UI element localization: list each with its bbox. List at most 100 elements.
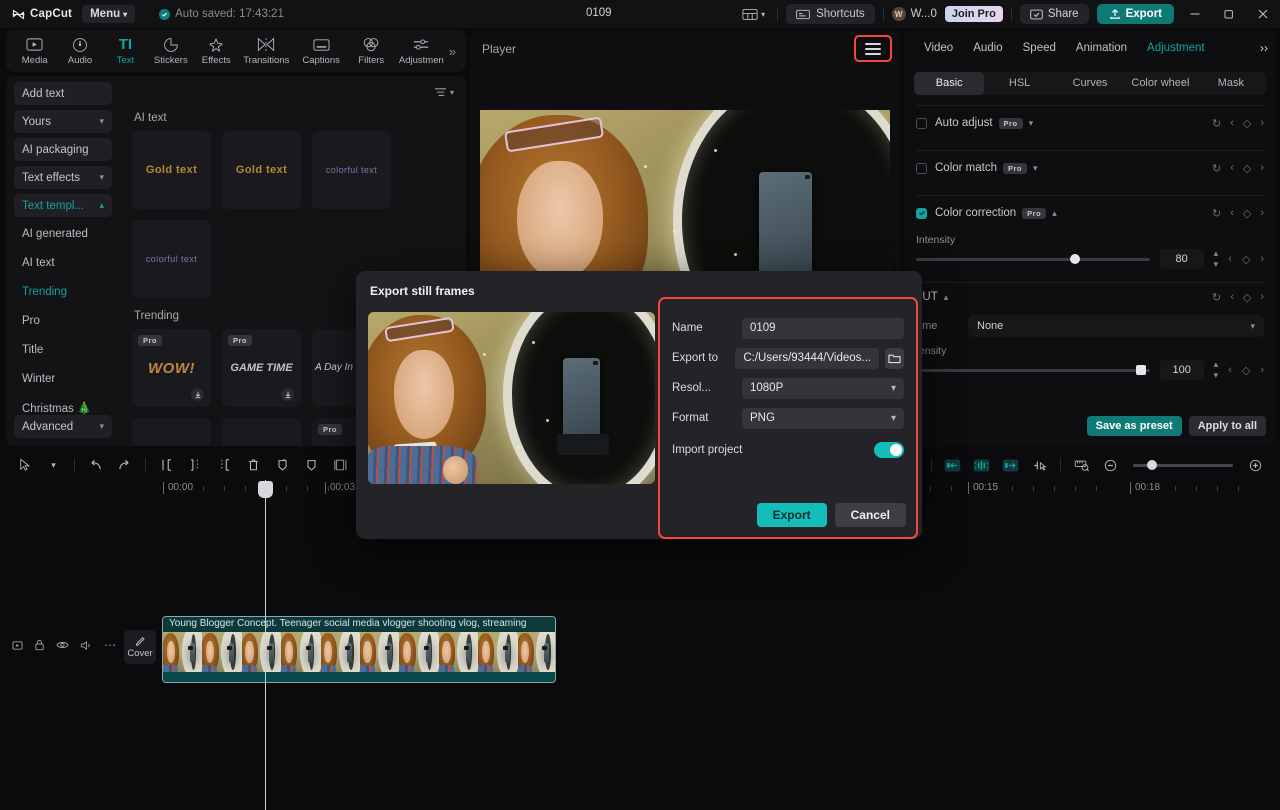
sidebar-advanced-button[interactable]: Advanced ▾ bbox=[14, 415, 112, 438]
tool-tab-filters[interactable]: Filters bbox=[349, 36, 394, 66]
reset-icon[interactable]: ↻ bbox=[1212, 291, 1221, 304]
sidebar-item-add-text[interactable]: Add text bbox=[14, 82, 112, 105]
trim-right-icon[interactable] bbox=[210, 452, 239, 478]
subtab-curves[interactable]: Curves bbox=[1055, 72, 1125, 95]
chevron-up-icon[interactable]: ▴ bbox=[1052, 208, 1057, 219]
auto-beat-icon[interactable] bbox=[967, 452, 996, 478]
subtab-color-wheel[interactable]: Color wheel bbox=[1125, 72, 1195, 95]
join-pro-button[interactable]: Join Pro bbox=[945, 6, 1003, 22]
tool-tab-audio[interactable]: Audio bbox=[57, 36, 102, 66]
template-card[interactable]: Pro WOW! bbox=[132, 329, 211, 407]
reset-icon[interactable]: ↻ bbox=[1212, 162, 1221, 175]
download-icon[interactable] bbox=[191, 388, 204, 401]
template-card[interactable] bbox=[132, 418, 211, 446]
tool-tab-captions[interactable]: Captions bbox=[294, 36, 349, 66]
tool-tab-effects[interactable]: Effects bbox=[194, 36, 239, 66]
sidebar-item-text-effects[interactable]: Text effects ▾ bbox=[14, 166, 112, 189]
color-match-checkbox[interactable] bbox=[916, 163, 927, 174]
split-icon[interactable] bbox=[152, 452, 181, 478]
tab-animation[interactable]: Animation bbox=[1066, 42, 1137, 54]
keyframe-prev-icon[interactable]: ‹ bbox=[1230, 207, 1234, 219]
mirror-icon[interactable] bbox=[297, 452, 326, 478]
tab-adjustment[interactable]: Adjustment bbox=[1137, 42, 1215, 54]
import-project-toggle[interactable] bbox=[874, 442, 904, 458]
keyframe-diamond-icon[interactable]: ◇ bbox=[1243, 162, 1251, 175]
template-card[interactable]: Gold text bbox=[132, 131, 211, 209]
cover-button[interactable]: Cover bbox=[124, 630, 156, 664]
intensity-value[interactable]: 80 bbox=[1160, 249, 1204, 269]
slider-knob[interactable] bbox=[1147, 460, 1157, 470]
lut-name-select[interactable]: None ▾ bbox=[968, 315, 1264, 337]
keyframe-prev-icon[interactable]: ‹ bbox=[1228, 364, 1232, 376]
sidebar-item-ai-packaging[interactable]: AI packaging bbox=[14, 138, 112, 161]
auto-adjust-row[interactable]: Auto adjust Pro ▾ ↻ ‹ ◇ › bbox=[904, 106, 1276, 140]
zoom-out-icon[interactable] bbox=[1096, 452, 1125, 478]
subtab-hsl[interactable]: HSL bbox=[984, 72, 1054, 95]
lut-intensity-slider[interactable] bbox=[916, 369, 1150, 372]
player-menu-button[interactable] bbox=[854, 35, 892, 62]
dialog-cancel-button[interactable]: Cancel bbox=[835, 503, 906, 527]
keyframe-diamond-icon[interactable]: ◇ bbox=[1243, 207, 1251, 220]
color-correction-row[interactable]: Color correction Pro ▴ ↻ ‹ ◇ › bbox=[904, 196, 1276, 230]
keyframe-next-icon[interactable]: › bbox=[1260, 253, 1264, 265]
stepper-icon[interactable]: ▴▾ bbox=[1214, 359, 1219, 381]
maximize-button[interactable] bbox=[1216, 0, 1242, 28]
tool-tab-transitions[interactable]: Transitions bbox=[239, 36, 294, 66]
export-to-input[interactable]: C:/Users/93444/Videos... bbox=[735, 348, 879, 369]
undo-icon[interactable] bbox=[81, 452, 110, 478]
chevron-up-icon[interactable]: ▴ bbox=[944, 292, 949, 303]
reset-icon[interactable]: ↻ bbox=[1212, 207, 1221, 220]
delete-icon[interactable] bbox=[239, 452, 268, 478]
keyframe-out-icon[interactable] bbox=[996, 452, 1025, 478]
template-card[interactable]: colorful text bbox=[132, 220, 211, 298]
format-select[interactable]: PNG ▾ bbox=[742, 408, 904, 429]
lut-intensity-value[interactable]: 100 bbox=[1160, 360, 1204, 380]
sidebar-subitem-pro[interactable]: Pro bbox=[14, 309, 112, 332]
tool-tab-text[interactable]: TI Text bbox=[103, 36, 148, 66]
tab-video[interactable]: Video bbox=[914, 42, 963, 54]
keyframe-next-icon[interactable]: › bbox=[1260, 291, 1264, 303]
menu-button[interactable]: Menu ▾ bbox=[82, 5, 135, 23]
chevron-down-icon[interactable]: ▾ bbox=[1033, 163, 1038, 174]
trim-left-icon[interactable] bbox=[181, 452, 210, 478]
keyframe-next-icon[interactable]: › bbox=[1260, 364, 1264, 376]
select-arrow-icon[interactable] bbox=[10, 452, 39, 478]
keyframe-next-icon[interactable]: › bbox=[1260, 162, 1264, 174]
track-video-icon[interactable] bbox=[12, 640, 23, 651]
keyframe-next-icon[interactable]: › bbox=[1260, 117, 1264, 129]
lut-row[interactable]: LUT ▴ ↻ ‹ ◇ › bbox=[904, 283, 1276, 311]
timeline-clip[interactable]: Young Blogger Concept. Teenager social m… bbox=[162, 616, 556, 683]
zoom-slider[interactable] bbox=[1133, 464, 1233, 467]
tool-tabs-overflow-button[interactable]: » bbox=[449, 44, 460, 59]
template-card[interactable]: colorful text bbox=[312, 131, 391, 209]
template-card[interactable] bbox=[222, 418, 301, 446]
tabs-next-arrow-icon[interactable]: ›› bbox=[1260, 41, 1268, 55]
snap-toggle-icon[interactable] bbox=[1025, 452, 1054, 478]
folder-browse-button[interactable] bbox=[885, 348, 904, 369]
export-button[interactable]: Export bbox=[1097, 4, 1174, 24]
template-card[interactable]: Pro GAME TIME bbox=[222, 329, 301, 407]
sidebar-subitem-ai-generated[interactable]: AI generated bbox=[14, 222, 112, 245]
name-input[interactable]: 0109 bbox=[742, 318, 904, 339]
eye-icon[interactable] bbox=[56, 640, 69, 650]
chevron-down-icon[interactable]: ▾ bbox=[1029, 118, 1034, 129]
keyframe-prev-icon[interactable]: ‹ bbox=[1230, 291, 1234, 303]
keyframe-prev-icon[interactable]: ‹ bbox=[1230, 117, 1234, 129]
minimize-button[interactable] bbox=[1182, 0, 1208, 28]
sidebar-subitem-title[interactable]: Title bbox=[14, 338, 112, 361]
template-card[interactable]: Gold text bbox=[222, 131, 301, 209]
keyframe-diamond-icon[interactable]: ◇ bbox=[1242, 364, 1250, 377]
share-button[interactable]: Share bbox=[1020, 4, 1089, 24]
keyframe-in-icon[interactable] bbox=[938, 452, 967, 478]
redo-icon[interactable] bbox=[110, 452, 139, 478]
auto-adjust-checkbox[interactable] bbox=[916, 118, 927, 129]
resolution-select[interactable]: 1080P ▾ bbox=[742, 378, 904, 399]
keyframe-diamond-icon[interactable]: ◇ bbox=[1242, 253, 1250, 266]
download-icon[interactable] bbox=[281, 388, 294, 401]
color-match-row[interactable]: Color match Pro ▾ ↻ ‹ ◇ › bbox=[904, 151, 1276, 185]
keyframe-next-icon[interactable]: › bbox=[1260, 207, 1264, 219]
sidebar-item-text-templates[interactable]: Text templ... ▴ bbox=[14, 194, 112, 217]
playhead-handle[interactable] bbox=[258, 481, 273, 498]
stepper-icon[interactable]: ▴▾ bbox=[1214, 248, 1219, 270]
sidebar-item-yours[interactable]: Yours ▾ bbox=[14, 110, 112, 133]
